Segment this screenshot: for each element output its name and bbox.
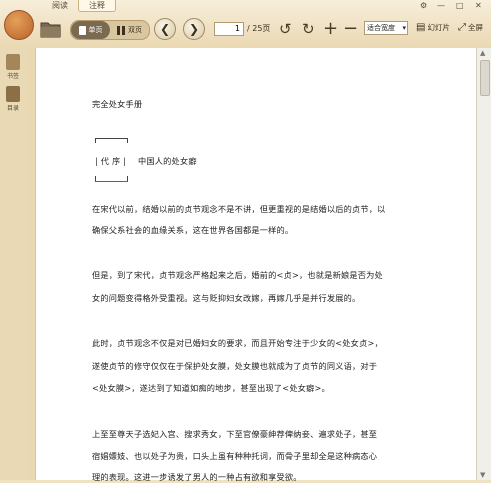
preface-subtitle: 中国人的处女癖: [138, 156, 197, 166]
zoom-select[interactable]: 适合宽度 ▾: [364, 21, 408, 35]
paragraph-line: 遂使贞节的修守仅仅在于保护处女膜，处女膜也就成为了贞节的同义语，对于: [92, 361, 378, 371]
single-page-icon: [78, 25, 86, 35]
mode-tabs: 阅读 注释: [42, 0, 116, 12]
slideshow-icon: ▤: [416, 22, 426, 33]
scrollbar-thumb[interactable]: [480, 60, 490, 96]
page-number-input[interactable]: 1: [214, 22, 244, 36]
bookmark-icon: [6, 54, 20, 70]
tab-annotate[interactable]: 注释: [78, 0, 116, 12]
minimize-button[interactable]: —: [437, 1, 445, 10]
open-folder-icon[interactable]: [40, 20, 62, 38]
page-view-toggle: 单页 双页: [70, 20, 150, 40]
double-page-icon: [117, 25, 125, 35]
chevron-down-icon: ▾: [402, 24, 406, 32]
rotate-right-icon[interactable]: ↻: [302, 19, 315, 39]
arrow-left-icon: ❮: [159, 22, 171, 36]
single-page-button[interactable]: 单页: [71, 21, 110, 39]
app-logo: [4, 2, 34, 46]
preface-bottom-rule: [95, 181, 128, 182]
fullscreen-button[interactable]: ⤢ 全屏: [458, 22, 483, 33]
slideshow-button[interactable]: ▤ 幻灯片: [416, 22, 450, 33]
toc-icon: [6, 86, 20, 102]
paragraph-line: 女的问题变得格外受重视。这与贬抑妇女改嫁，再嫁几乎是并行发展的。: [92, 293, 361, 303]
tab-read[interactable]: 阅读: [42, 0, 78, 12]
sidebar-item-bookmarks[interactable]: 书签: [3, 54, 23, 80]
paragraph-line: 确保父系社会的血缘关系，这在世界各国都是一样的。: [92, 225, 294, 235]
paragraph-line: 宿娼嫖妓、也以处子为贵，口头上虽有种种托词，而骨子里却全是这种病态心: [92, 451, 378, 461]
arrow-right-icon: ❯: [188, 22, 200, 36]
top-toolbar: 阅读 注释 ⚙ — □ ✕ 单页 双页 ❮ ❯ 1 / 25页 ↺ ↻ + − …: [0, 0, 491, 49]
next-page-button[interactable]: ❯: [183, 18, 205, 40]
zoom-out-icon[interactable]: −: [343, 19, 358, 39]
double-page-button[interactable]: 双页: [110, 21, 149, 39]
close-button[interactable]: ✕: [475, 1, 482, 10]
preface-top-tick-right: [127, 138, 128, 143]
document-title: 完全处女手册: [92, 99, 143, 109]
preface-label: | 代 序 |: [95, 156, 127, 166]
rotate-left-icon[interactable]: ↺: [279, 19, 292, 39]
preface-top-rule: [95, 138, 128, 139]
document-page: [35, 48, 476, 480]
scroll-up-icon[interactable]: ▲: [480, 49, 485, 57]
fullscreen-icon: ⤢: [458, 22, 466, 33]
prev-page-button[interactable]: ❮: [154, 18, 176, 40]
vertical-scrollbar[interactable]: ▲ ▼: [476, 48, 491, 480]
paragraph-line: 在宋代以前，结婚以前的贞节观念不是不讲，但更重视的是结婚以后的贞节，以: [92, 204, 386, 214]
zoom-in-icon[interactable]: +: [323, 19, 338, 39]
paragraph-line: 但是，到了宋代，贞节观念严格起来之后，婚前的<贞>，也就是新娘是否为处: [92, 270, 383, 280]
paragraph-line: 理的表现。这进一步诱发了男人的一种占有欲和享受欲。: [92, 472, 302, 482]
sidebar-item-toc[interactable]: 目录: [3, 86, 23, 112]
maximize-button[interactable]: □: [456, 1, 464, 10]
page-total: / 25页: [247, 24, 271, 33]
paragraph-line: 此时，贞节观念不仅是对已婚妇女的要求，而且开始专注于少女的<处女贞>，: [92, 338, 383, 348]
preface-heading: | 代 序 | 中国人的处女癖: [95, 134, 197, 182]
scroll-down-icon[interactable]: ▼: [480, 471, 485, 479]
paragraph-line: <处女膜>，遂达到了知道如痴的地步，甚至出现了<处女癖>。: [92, 383, 330, 393]
preface-top-tick-left: [95, 138, 96, 143]
sidebar-splitter[interactable]: [26, 48, 35, 480]
sidebar: 书签 目录: [0, 48, 27, 480]
paragraph-line: 上至至尊天子选妃入宫、搜求秀女，下至官僚豪绅荐俾纳妾、遍求处子，甚至: [92, 429, 378, 439]
settings-icon[interactable]: ⚙: [420, 1, 427, 10]
